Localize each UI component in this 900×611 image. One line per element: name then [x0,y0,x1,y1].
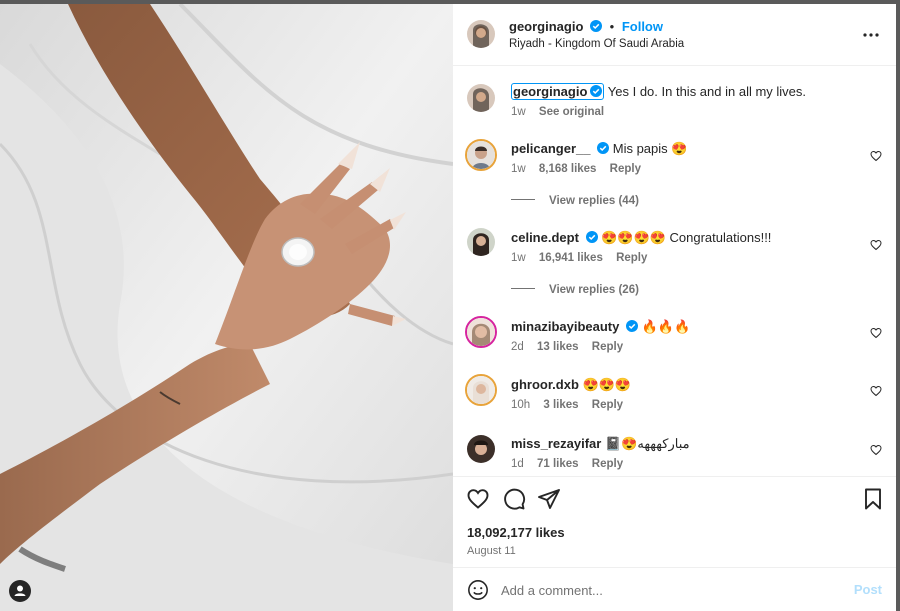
verified-badge-icon [597,142,610,154]
comment-avatar[interactable] [465,139,497,171]
comment-avatar[interactable] [467,228,495,256]
replies-rule [511,199,535,200]
caption-text-line: georginagio Yes I do. In this and in all… [511,83,807,100]
replies-rule [511,288,535,289]
comment-username[interactable]: ghroor.dxb [511,377,579,392]
comment-bubble-icon[interactable] [502,487,526,511]
add-comment-bar: Post [453,567,896,611]
caption: georginagio Yes I do. In this and in all… [453,83,896,124]
comment-meta: 1w 16,941 likes Reply [511,252,647,264]
comment-time[interactable]: 1w [511,163,526,175]
like-comment-heart-icon[interactable] [870,239,882,251]
comment-likes-count[interactable]: 16,941 likes [539,252,603,264]
comment-item: celine.dept 😍😍😍😍 Congratulations!!! 1w 1… [453,228,896,290]
like-heart-icon[interactable] [466,487,490,511]
separator-dot: • [609,19,615,34]
comment-username[interactable]: pelicanger__ [511,141,591,156]
comment-meta: 1d 71 likes Reply [511,458,623,470]
comment-meta: 2d 13 likes Reply [511,341,623,353]
comment-text: 😍😍😍 [582,377,632,392]
comment-username[interactable]: minazibayibeauty [511,319,619,334]
comment-item: minazibayibeauty 🔥🔥🔥 2d 13 likes Reply [453,316,896,369]
comment-text-line: miss_rezayifar 📓😍مبارکهههه [511,436,690,452]
verified-badge-icon [585,231,598,243]
window-right-edge [896,0,900,611]
comment-meta: 1w 8,168 likes Reply [511,163,641,175]
like-comment-heart-icon[interactable] [870,444,882,456]
comments-list[interactable]: georginagio Yes I do. In this and in all… [453,67,896,475]
verified-badge-icon [626,320,638,332]
post-image-bed-hand-ring [0,4,453,611]
author-avatar[interactable] [467,20,495,48]
share-paper-plane-icon[interactable] [537,487,561,511]
view-replies-button[interactable]: View replies (44) [511,195,639,207]
comment-time[interactable]: 1d [511,458,524,470]
comment-likes-count[interactable]: 3 likes [543,399,578,411]
comment-username[interactable]: celine.dept [511,230,579,245]
post-header: georginagio • Follow Riyadh - Kingdom Of… [453,4,896,66]
reply-button[interactable]: Reply [592,458,623,470]
post-comment-button[interactable]: Post [854,582,882,597]
caption-text: Yes I do. In this and in all my lives. [607,84,807,99]
comment-text: 🔥🔥🔥 [641,319,691,334]
comment-likes-count[interactable]: 13 likes [537,341,579,353]
comment-text: 📓😍مبارکهههه [604,436,690,451]
post-details-panel: georginagio • Follow Riyadh - Kingdom Of… [453,4,896,611]
caption-meta: 1w See original [511,106,604,118]
like-comment-heart-icon[interactable] [870,327,882,339]
author-line: georginagio • Follow [509,19,663,34]
reply-button[interactable]: Reply [592,399,623,411]
instagram-post-modal: georginagio • Follow Riyadh - Kingdom Of… [0,0,900,611]
verified-badge-icon [590,85,603,97]
comment-meta: 10h 3 likes Reply [511,399,623,411]
comment-avatar[interactable] [465,374,497,406]
person-icon [14,585,26,596]
reply-button[interactable]: Reply [592,341,623,353]
comment-time[interactable]: 1w [511,252,526,264]
reply-button[interactable]: Reply [616,252,647,264]
caption-author-avatar[interactable] [467,84,495,112]
comment-text-line: ghroor.dxb 😍😍😍 [511,377,631,393]
comment-username[interactable]: miss_rezayifar [511,436,601,451]
save-bookmark-icon[interactable] [861,487,885,511]
caption-time[interactable]: 1w [511,106,526,118]
reply-button[interactable]: Reply [610,163,641,175]
caption-author-username[interactable]: georginagio [511,83,605,100]
post-likes-count[interactable]: 18,092,177 likes [467,525,565,540]
follow-button[interactable]: Follow [622,19,663,34]
comment-likes-count[interactable]: 8,168 likes [539,163,597,175]
author-username[interactable]: georginagio [509,19,583,34]
comment-time[interactable]: 2d [511,341,524,353]
post-date[interactable]: August 11 [467,545,516,557]
view-replies-label: View replies (26) [549,284,639,296]
comment-text: 😍😍😍😍 Congratulations!!! [601,230,772,245]
post-actions: 18,092,177 likes August 11 [453,476,896,566]
comment-text-line: pelicanger__ Mis papis 😍 [511,141,687,157]
verified-badge-icon [590,20,603,32]
comment-likes-count[interactable]: 71 likes [537,458,579,470]
view-replies-label: View replies (44) [549,195,639,207]
comment-text-line: minazibayibeauty 🔥🔥🔥 [511,319,690,335]
more-options-icon[interactable] [862,26,880,44]
like-comment-heart-icon[interactable] [870,150,882,162]
comment-time[interactable]: 10h [511,399,530,411]
comment-item: ghroor.dxb 😍😍😍 10h 3 likes Reply [453,374,896,427]
comment-item: pelicanger__ Mis papis 😍 1w 8,168 likes … [453,139,896,201]
see-original-button[interactable]: See original [539,106,604,118]
view-replies-button[interactable]: View replies (26) [511,284,639,296]
comment-item: miss_rezayifar 📓😍مبارکهههه 1d 71 likes R… [453,435,896,476]
emoji-picker-icon[interactable] [467,579,489,601]
post-photo[interactable] [0,4,453,611]
comment-text: Mis papis 😍 [612,141,688,156]
comment-text-line: celine.dept 😍😍😍😍 Congratulations!!! [511,230,771,246]
like-comment-heart-icon[interactable] [870,385,882,397]
post-location[interactable]: Riyadh - Kingdom Of Saudi Arabia [509,38,684,50]
user-tags-button[interactable] [9,580,31,602]
comment-avatar[interactable] [467,435,495,463]
comment-input[interactable] [501,579,831,601]
comment-avatar[interactable] [465,316,497,348]
